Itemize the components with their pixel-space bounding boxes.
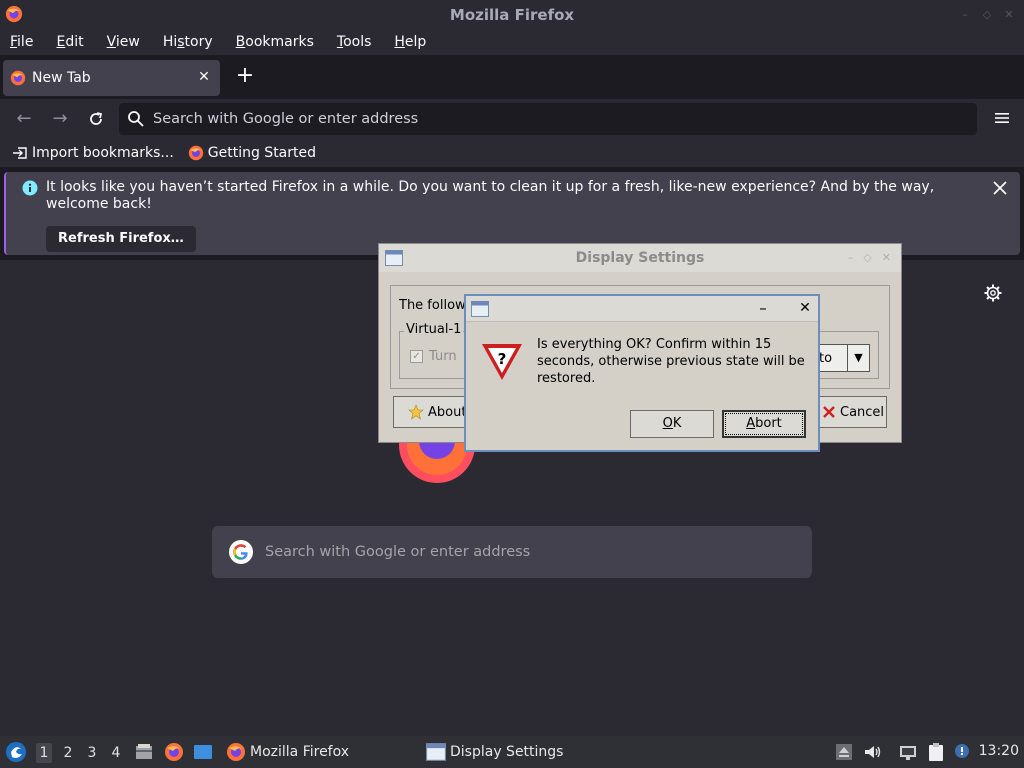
window-icon bbox=[471, 301, 489, 317]
close-notification-icon[interactable] bbox=[992, 180, 1008, 196]
checkbox-check-icon: ✓ bbox=[410, 350, 423, 363]
firefox-icon bbox=[10, 70, 26, 86]
hamburger-menu-icon[interactable] bbox=[994, 110, 1010, 126]
confirm-dialog: – ✕ ? Is everything OK? Confirm within 1… bbox=[464, 294, 820, 452]
bookmark-getting-started[interactable]: Getting Started bbox=[188, 145, 316, 161]
address-bar[interactable] bbox=[119, 103, 977, 135]
firefox-icon[interactable] bbox=[164, 742, 184, 762]
window-icon bbox=[426, 743, 446, 761]
warning-question-icon: ? bbox=[482, 344, 522, 380]
clipboard-icon[interactable] bbox=[926, 742, 946, 762]
close-tab-icon[interactable]: ✕ bbox=[196, 69, 212, 85]
tab-new-tab[interactable]: New Tab ✕ bbox=[3, 60, 220, 96]
taskbar: 1 2 3 4 Mozilla Firefox Display Settings… bbox=[0, 736, 1024, 768]
checkbox-label: Turn bbox=[429, 349, 457, 364]
output-group-label: Virtual-1 bbox=[404, 322, 464, 337]
bookmarks-toolbar: Import bookmarks... Getting Started bbox=[0, 139, 1024, 167]
workspace-1[interactable]: 1 bbox=[36, 743, 52, 763]
firefox-icon bbox=[5, 5, 23, 23]
window-controls: – ◇ ✕ bbox=[958, 8, 1016, 22]
menu-bookmarks[interactable]: Bookmarks bbox=[236, 34, 314, 50]
about-button[interactable]: About bbox=[393, 396, 473, 428]
menu-history[interactable]: History bbox=[163, 34, 213, 50]
bookmark-label: Import bookmarks... bbox=[32, 145, 174, 161]
display-settings-titlebar: Display Settings – ◇ ✕ bbox=[379, 244, 901, 272]
firefox-icon bbox=[188, 145, 203, 161]
maximize-button[interactable]: ◇ bbox=[863, 251, 871, 264]
minimize-button[interactable]: – bbox=[756, 299, 770, 317]
search-icon bbox=[128, 111, 144, 127]
clock: 13:20 bbox=[978, 743, 1019, 759]
desktop-icon[interactable] bbox=[193, 742, 213, 762]
refresh-firefox-button[interactable]: Refresh Firefox… bbox=[46, 226, 196, 252]
menu-view[interactable]: View bbox=[107, 34, 140, 50]
workspace-4[interactable]: 4 bbox=[108, 743, 124, 763]
volume-icon[interactable] bbox=[862, 742, 882, 762]
import-icon bbox=[13, 147, 27, 159]
menu-tools[interactable]: Tools bbox=[337, 34, 372, 50]
file-manager-icon[interactable] bbox=[134, 742, 154, 762]
tab-label: New Tab bbox=[32, 70, 91, 86]
confirm-titlebar: – ✕ bbox=[466, 296, 818, 322]
new-tab-plus-icon[interactable]: + bbox=[234, 65, 256, 88]
menu-help[interactable]: Help bbox=[394, 34, 426, 50]
display-settings-description: The follow bbox=[399, 298, 466, 313]
workspace-3[interactable]: 3 bbox=[84, 743, 100, 763]
ok-button[interactable]: OK bbox=[630, 410, 714, 438]
tab-bar: New Tab ✕ + bbox=[0, 55, 1024, 99]
menu-edit[interactable]: Edit bbox=[56, 34, 83, 50]
svg-text:?: ? bbox=[498, 350, 507, 368]
bookmark-label: Getting Started bbox=[207, 145, 317, 161]
task-mozilla-firefox[interactable]: Mozilla Firefox bbox=[226, 740, 349, 764]
confirm-message: Is everything OK? Confirm within 15 seco… bbox=[537, 337, 805, 386]
notification-icon[interactable] bbox=[952, 742, 972, 762]
minimize-button[interactable]: – bbox=[958, 8, 972, 22]
navigation-toolbar: ← → bbox=[0, 99, 1024, 139]
info-icon bbox=[22, 180, 38, 196]
resolution-select[interactable]: to ▼ bbox=[814, 344, 870, 372]
workspace-2[interactable]: 2 bbox=[60, 743, 76, 763]
turn-on-checkbox[interactable]: ✓ Turn bbox=[410, 349, 457, 364]
notification-message: It looks like you haven’t started Firefo… bbox=[46, 179, 935, 212]
newtab-search-box[interactable] bbox=[212, 526, 812, 578]
menu-file[interactable]: File bbox=[10, 34, 33, 50]
window-icon bbox=[385, 250, 403, 266]
back-arrow-icon[interactable]: ← bbox=[12, 107, 36, 131]
network-icon[interactable] bbox=[898, 742, 918, 762]
close-window-button[interactable]: ✕ bbox=[1002, 8, 1016, 22]
close-window-button[interactable]: ✕ bbox=[882, 251, 891, 264]
address-input[interactable] bbox=[153, 111, 953, 127]
close-dialog-button[interactable]: ✕ bbox=[798, 299, 812, 317]
abort-button[interactable]: Abort bbox=[722, 410, 806, 438]
menu-bar: File Edit View History Bookmarks Tools H… bbox=[0, 29, 1024, 55]
window-titlebar: Mozilla Firefox – ◇ ✕ bbox=[0, 0, 1024, 29]
reload-icon[interactable] bbox=[84, 107, 108, 131]
firefox-icon bbox=[227, 743, 245, 761]
start-menu-icon[interactable] bbox=[5, 741, 27, 763]
cancel-button[interactable]: Cancel bbox=[817, 396, 887, 428]
eject-icon[interactable] bbox=[834, 742, 854, 762]
maximize-button[interactable]: ◇ bbox=[980, 8, 994, 22]
chevron-down-icon: ▼ bbox=[847, 345, 869, 371]
minimize-button[interactable]: – bbox=[848, 251, 854, 264]
google-logo-icon bbox=[229, 540, 253, 564]
gear-icon[interactable] bbox=[984, 284, 1002, 302]
newtab-search-input[interactable] bbox=[265, 544, 785, 560]
star-icon bbox=[408, 404, 424, 420]
window-title: Mozilla Firefox bbox=[449, 5, 575, 24]
select-value: to bbox=[819, 350, 833, 366]
bookmark-import[interactable]: Import bookmarks... bbox=[12, 145, 174, 161]
forward-arrow-icon[interactable]: → bbox=[48, 107, 72, 131]
task-display-settings[interactable]: Display Settings bbox=[426, 740, 563, 764]
display-settings-title: Display Settings bbox=[575, 250, 705, 266]
cancel-icon bbox=[823, 406, 835, 418]
